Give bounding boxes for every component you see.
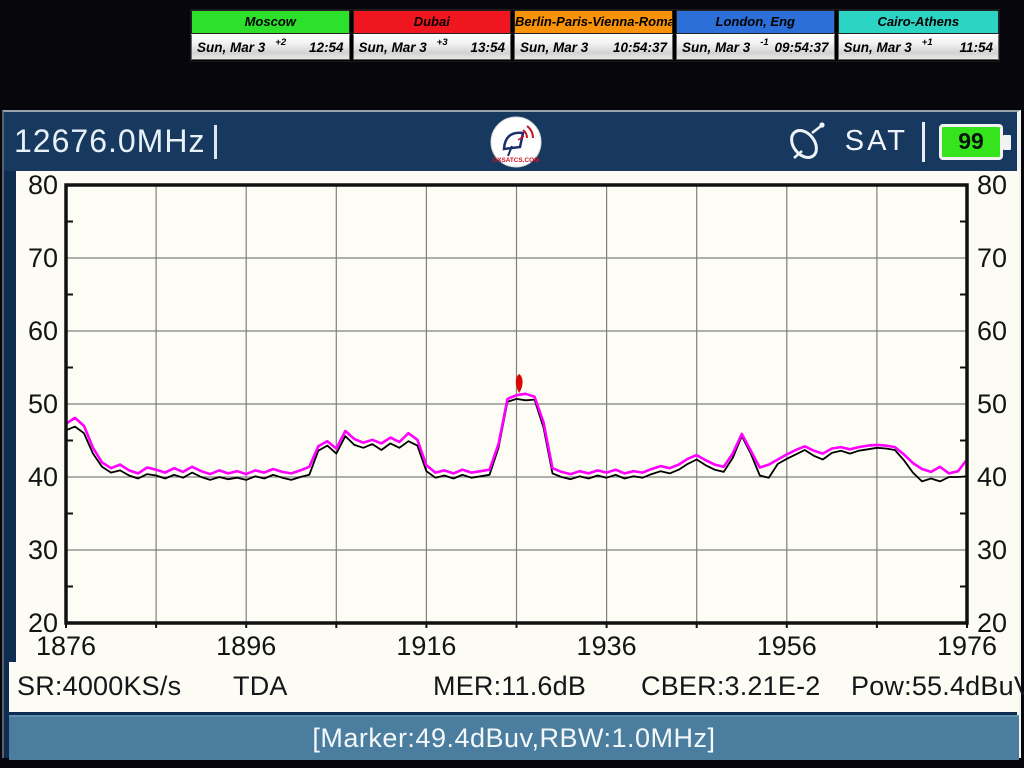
city-name: Moscow — [191, 10, 350, 34]
clock-date: Sun, Mar 3 — [358, 39, 427, 55]
mode-value: TDA — [233, 671, 288, 701]
clock-time-row: Sun, Mar 3 10:54:37 — [514, 34, 673, 60]
dxsatcs-logo-icon: DXSATCS.COM — [490, 116, 542, 168]
clock-time-row: Sun, Mar 3 +2 12:54 — [191, 34, 350, 60]
mer-value: MER:11.6dB — [433, 671, 587, 701]
spectrum-chart: 80 80 70 70 60 60 50 50 40 40 30 30 20 20 1876 1896 1916… — [16, 171, 1019, 662]
svg-text:1956: 1956 — [757, 631, 817, 661]
sat-mode-label: SAT — [844, 125, 908, 157]
battery-indicator: 99 — [939, 123, 1011, 160]
marker-readout: [Marker:49.4dBuv,RBW:1.0MHz] — [312, 723, 716, 753]
clock-date: Sun, Mar 3 — [520, 39, 589, 55]
svg-text:1896: 1896 — [216, 631, 276, 661]
clock-time: 12:54 — [308, 39, 344, 55]
measurement-info-row: SR:4000KS/s TDA MER:11.6dB CBER:3.21E-2 … — [9, 662, 1024, 712]
clock-column-moscow: Moscow Sun, Mar 3 +2 12:54 — [191, 10, 353, 61]
svg-text:50: 50 — [28, 389, 58, 419]
utc-offset: +1 — [921, 37, 933, 48]
clock-column-berlin: Berlin-Paris-Vienna-Roma Sun, Mar 3 10:5… — [514, 10, 676, 61]
power-value: Pow:55.4dBuV — [851, 671, 1024, 701]
city-name: London, Eng — [676, 10, 835, 34]
clock-time-row: Sun, Mar 3 -1 09:54:37 — [676, 34, 835, 60]
svg-text:60: 60 — [28, 316, 58, 346]
clock-time-row: Sun, Mar 3 +1 11:54 — [837, 34, 999, 60]
header-right-group: SAT 99 — [785, 112, 1011, 171]
svg-text:1916: 1916 — [396, 631, 456, 661]
clock-time-row: Sun, Mar 3 +3 13:54 — [352, 34, 511, 60]
utc-offset: +2 — [275, 37, 287, 48]
spectrum-svg: 80 8070 7060 6050 5040 4030 3020 201876 1896 1916… — [28, 171, 1007, 661]
spectrum-analyzer-panel: 12676.0MHz DXSATCS.COM SAT 99 80 80 70 7… — [2, 110, 1024, 760]
world-clock-bar: Moscow Sun, Mar 3 +2 12:54 Dubai Sun, Ma… — [190, 9, 1000, 62]
svg-text:50: 50 — [977, 389, 1007, 419]
clock-time: 13:54 — [470, 39, 505, 55]
clock-column-cairo: Cairo-Athens Sun, Mar 3 +1 11:54 — [837, 10, 999, 61]
svg-text:DXSATCS.COM: DXSATCS.COM — [493, 157, 540, 164]
svg-text:1876: 1876 — [36, 631, 96, 661]
clock-date: Sun, Mar 3 — [843, 39, 912, 55]
city-name: Dubai — [352, 10, 511, 34]
clock-time: 11:54 — [959, 39, 993, 55]
clock-time: 10:54:37 — [612, 39, 667, 55]
svg-text:1936: 1936 — [577, 631, 637, 661]
cber-value: CBER:3.21E-2 — [641, 671, 821, 701]
battery-nub — [1003, 134, 1011, 150]
svg-text:1976: 1976 — [937, 631, 997, 661]
utc-offset: +3 — [436, 37, 448, 48]
svg-text:80: 80 — [28, 171, 58, 200]
utc-offset: -1 — [760, 37, 769, 48]
analyzer-header: 12676.0MHz DXSATCS.COM SAT 99 — [4, 112, 1017, 171]
clock-time: 09:54:37 — [774, 39, 829, 55]
marker-status-bar: [Marker:49.4dBuv,RBW:1.0MHz] — [9, 715, 1019, 760]
symbol-rate-value: SR:4000KS/s — [17, 671, 182, 701]
svg-text:70: 70 — [28, 243, 58, 273]
svg-text:40: 40 — [28, 462, 58, 492]
battery-level: 99 — [958, 128, 984, 154]
svg-text:60: 60 — [977, 316, 1007, 346]
frequency-display[interactable]: 12676.0MHz — [14, 123, 205, 160]
svg-text:30: 30 — [977, 535, 1007, 565]
clock-column-london: London, Eng Sun, Mar 3 -1 09:54:37 — [676, 10, 838, 61]
city-name: Cairo-Athens — [837, 10, 999, 34]
clock-date: Sun, Mar 3 — [682, 39, 751, 55]
header-divider — [922, 121, 925, 162]
satellite-dish-icon — [789, 121, 825, 159]
svg-text:40: 40 — [977, 462, 1007, 492]
dxsatcs-logo: DXSATCS.COM — [490, 116, 542, 168]
text-cursor — [214, 124, 218, 159]
svg-text:70: 70 — [977, 243, 1007, 273]
svg-text:80: 80 — [977, 171, 1007, 200]
clock-date: Sun, Mar 3 — [197, 39, 266, 55]
svg-text:30: 30 — [28, 535, 58, 565]
city-name: Berlin-Paris-Vienna-Roma — [514, 10, 673, 34]
clock-column-dubai: Dubai Sun, Mar 3 +3 13:54 — [352, 10, 514, 61]
